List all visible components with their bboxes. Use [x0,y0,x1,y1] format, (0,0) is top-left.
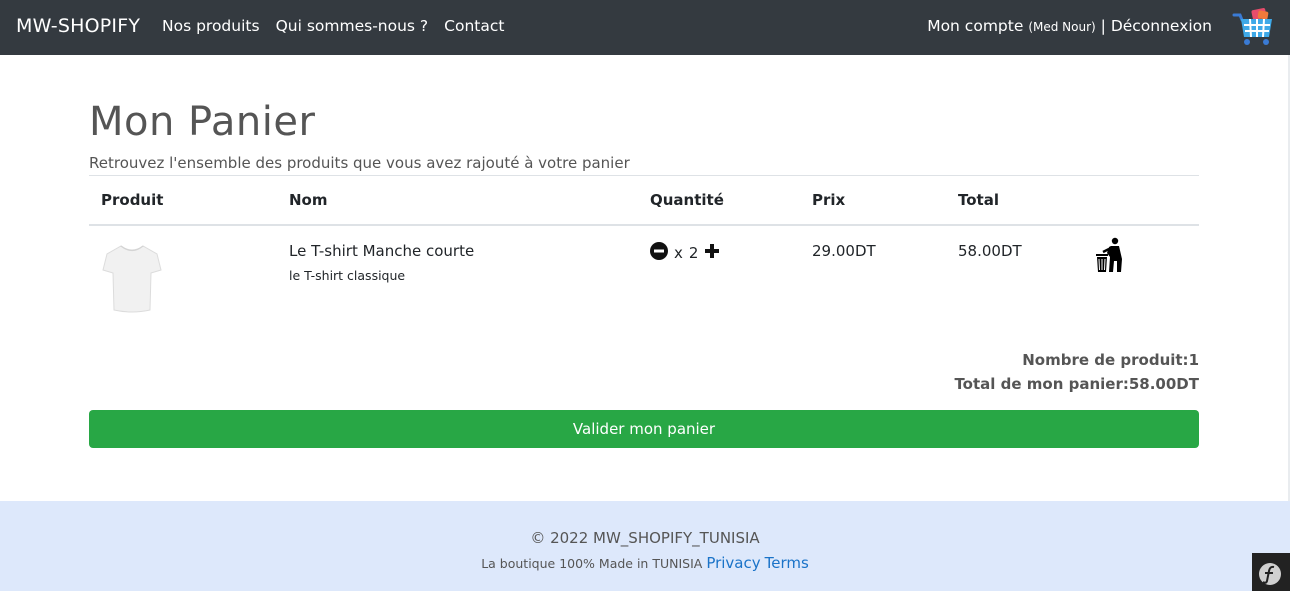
quantity-prefix: x [674,244,683,262]
tshirt-image [101,242,277,318]
header-total: Total [946,176,1083,226]
page-title: Mon Panier [89,99,316,145]
footer: © 2022 MW_SHOPIFY_TUNISIA La boutique 10… [0,501,1290,591]
cart-total-label: Total de mon panier: [954,375,1129,393]
product-name-cell: Le T-shirt Manche courte le T-shirt clas… [277,225,638,325]
price-cell: 29.00DT [812,242,876,260]
footer-tagline-line: La boutique 100% Made in TUNISIA Privacy… [0,554,1290,572]
account-username: (Med Nour) [1028,20,1096,34]
header-produit: Produit [89,176,277,226]
product-count-value: 1 [1188,351,1199,369]
cart-table: Produit Nom Quantité Prix Total Le T-shi… [89,176,1199,325]
product-image-cell [89,225,277,325]
validate-cart-button[interactable]: Valider mon panier [89,410,1199,448]
shopping-cart-icon[interactable] [1232,7,1274,47]
product-name: Le T-shirt Manche courte [289,242,475,260]
product-count-label: Nombre de produit: [1022,351,1189,369]
cart-total-value: 58.00DT [1128,375,1199,393]
footer-tagline: La boutique 100% Made in TUNISIA [481,556,703,571]
trash-icon[interactable] [1095,237,1125,277]
cart-summary: Nombre de produit:1 Total de mon panier:… [954,348,1199,396]
nav-link-about[interactable]: Qui sommes-nous ? [276,17,429,35]
quantity-cell: x 2 [638,225,800,325]
nav-link-contact[interactable]: Contact [444,17,504,35]
quantity-stepper: x 2 [650,242,800,264]
nav-links: Nos produits Qui sommes-nous ? Contact [162,17,504,35]
product-description: le T-shirt classique [289,268,406,283]
header-nom: Nom [277,176,638,226]
account-separator: | [1100,17,1106,35]
quantity-value: 2 [688,244,699,262]
header-prix: Prix [800,176,946,226]
table-header-row: Produit Nom Quantité Prix Total [89,176,1199,226]
nav-link-products[interactable]: Nos produits [162,17,260,35]
cart-total: Total de mon panier:58.00DT [954,372,1199,396]
table-row: Le T-shirt Manche courte le T-shirt clas… [89,225,1199,325]
account-area: Mon compte (Med Nour) | Déconnexion [927,17,1212,35]
header-quantite: Quantité [638,176,800,226]
terms-link[interactable]: Terms [765,554,809,572]
decrease-quantity-icon[interactable] [650,242,668,264]
top-navbar: MW-SHOPIFY Nos produits Qui sommes-nous … [0,0,1290,55]
privacy-link[interactable]: Privacy [706,554,760,572]
symfony-toolbar-icon[interactable] [1252,553,1290,591]
total-cell: 58.00DT [958,242,1022,260]
header-actions [1083,176,1199,226]
increase-quantity-icon[interactable] [704,243,720,263]
brand-logo[interactable]: MW-SHOPIFY [16,15,140,37]
footer-copyright: © 2022 MW_SHOPIFY_TUNISIA [530,529,760,547]
logout-link[interactable]: Déconnexion [1111,17,1212,35]
delete-cell [1083,225,1199,325]
account-link[interactable]: Mon compte [927,17,1023,35]
page-subtitle: Retrouvez l'ensemble des produits que vo… [89,154,630,172]
product-count: Nombre de produit:1 [954,348,1199,372]
